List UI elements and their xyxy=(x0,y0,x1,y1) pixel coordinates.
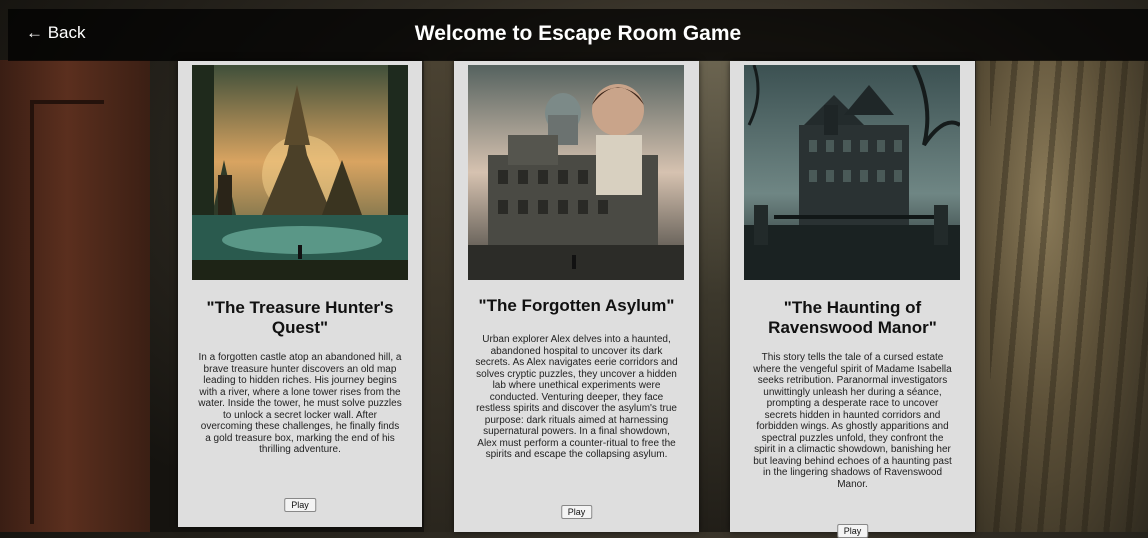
card-title-treasure: "The Treasure Hunter's Quest" xyxy=(206,298,394,337)
card-description-treasure: In a forgotten castle atop an abandoned … xyxy=(198,352,402,455)
game-card-ravenswood: "The Haunting of Ravenswood Manor" This … xyxy=(730,61,975,538)
card-description-asylum: Urban explorer Alex delves into a haunte… xyxy=(475,334,678,460)
header-bar: ← Back Welcome to Escape Room Game xyxy=(8,9,1148,61)
page-title: Welcome to Escape Room Game xyxy=(414,22,742,45)
play-button-ravenswood[interactable]: Play xyxy=(836,524,869,538)
play-button-treasure[interactable]: Play xyxy=(284,498,316,512)
background-wall xyxy=(424,60,454,532)
card-image-ravenswood xyxy=(744,65,960,280)
card-image-asylum-art xyxy=(468,65,684,280)
game-card-treasure: "The Treasure Hunter's Quest" In a forgo… xyxy=(178,61,422,527)
background-stains xyxy=(990,60,1148,532)
card-image-ravenswood-art xyxy=(744,65,960,280)
card-description-ravenswood: This story tells the tale of a cursed es… xyxy=(753,352,952,490)
card-title-ravenswood: "The Haunting of Ravenswood Manor" xyxy=(768,298,937,337)
card-image-treasure-art xyxy=(192,65,408,280)
play-button-asylum[interactable]: Play xyxy=(560,505,593,519)
card-image-asylum xyxy=(468,65,684,280)
card-title-asylum: "The Forgotten Asylum" xyxy=(478,296,675,315)
background-door xyxy=(0,60,150,532)
game-card-asylum: "The Forgotten Asylum" Urban explorer Al… xyxy=(454,61,699,532)
card-image-treasure xyxy=(192,65,408,280)
